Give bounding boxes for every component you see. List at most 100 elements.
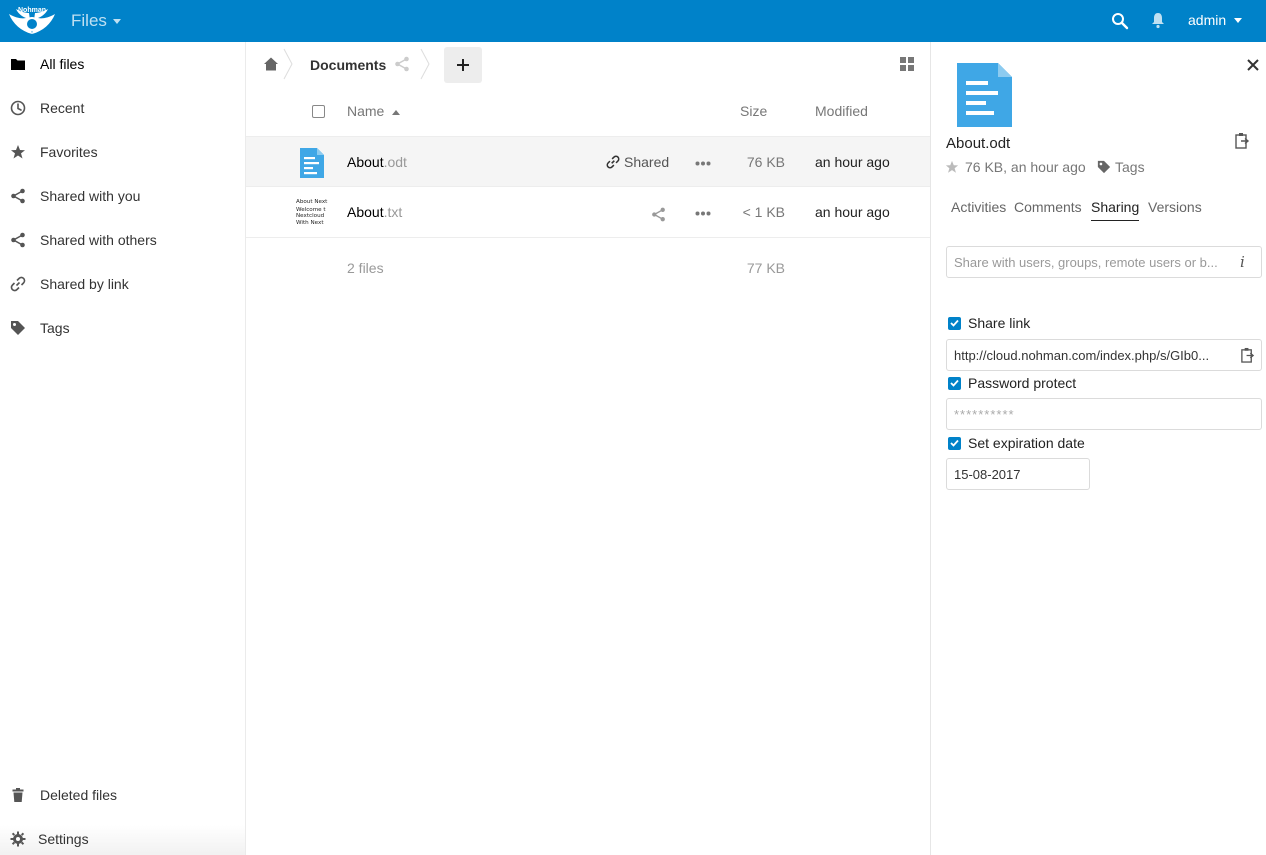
search-icon[interactable] <box>1111 12 1129 30</box>
user-menu[interactable]: admin <box>1188 12 1243 28</box>
tab-sharing[interactable]: Sharing <box>1091 199 1140 221</box>
file-name[interactable]: About.odt <box>347 154 407 170</box>
shared-status-button[interactable]: Shared <box>606 154 669 170</box>
clipboard-icon[interactable] <box>1234 132 1250 149</box>
user-name: admin <box>1188 12 1227 28</box>
sidebar-item-label: Deleted files <box>40 787 118 803</box>
password-protect-label: Password protect <box>968 375 1077 391</box>
link-icon <box>606 155 620 169</box>
file-extension: .odt <box>383 154 407 170</box>
document-file-icon <box>300 148 324 178</box>
file-size: < 1 KB <box>742 204 785 220</box>
breadcrumb-separator <box>420 48 430 80</box>
breadcrumb: Documents <box>246 42 930 86</box>
clipboard-icon[interactable] <box>1240 347 1255 363</box>
share-icon <box>11 232 25 248</box>
column-size[interactable]: Size <box>740 103 767 119</box>
chevron-down-icon <box>1234 17 1243 23</box>
sidebar-item-label: All files <box>40 56 85 72</box>
link-icon <box>10 276 26 292</box>
sidebar-item-shared-by-link[interactable]: Shared by link <box>0 262 245 306</box>
sidebar-item-recent[interactable]: Recent <box>0 86 245 130</box>
info-icon[interactable]: i <box>1240 253 1245 271</box>
sidebar-item-favorites[interactable]: Favorites <box>0 130 245 174</box>
expiration-date-checkbox[interactable]: Set expiration date <box>948 435 1085 451</box>
details-file-title: About.odt <box>946 135 1011 152</box>
more-actions-icon[interactable] <box>695 211 711 216</box>
grid-view-icon[interactable] <box>900 57 915 72</box>
thumb-line: About Next <box>296 199 328 205</box>
more-actions-icon[interactable] <box>695 161 711 166</box>
share-link-label: Share link <box>968 315 1031 331</box>
tags-label: Tags <box>1115 159 1145 175</box>
text-file-thumbnail: About Next Welcome t Nextcloud With Next <box>296 199 330 229</box>
folder-icon <box>11 59 25 70</box>
share-icon[interactable] <box>651 207 666 222</box>
sidebar-item-all-files[interactable]: All files <box>0 42 245 86</box>
breadcrumb-documents[interactable]: Documents <box>310 57 386 73</box>
close-icon[interactable] <box>1247 59 1259 71</box>
sidebar-item-label: Shared with you <box>40 188 141 204</box>
star-icon[interactable] <box>945 160 959 174</box>
select-all-checkbox[interactable] <box>312 105 325 118</box>
home-icon[interactable] <box>263 56 279 72</box>
file-base-name: About <box>347 154 384 170</box>
share-link-url-field[interactable]: http://cloud.nohman.com/index.php/s/GIb0… <box>946 339 1262 371</box>
gear-icon <box>10 831 26 847</box>
password-protect-checkbox[interactable]: Password protect <box>948 375 1076 391</box>
column-modified[interactable]: Modified <box>815 103 868 119</box>
details-tags-button[interactable]: Tags <box>1097 159 1145 175</box>
nohman-network-logo[interactable]: Nohman <box>7 4 57 38</box>
bell-icon[interactable] <box>1150 11 1166 29</box>
top-header: Nohman Files admin <box>0 0 1266 42</box>
file-base-name: About <box>347 204 384 220</box>
new-file-button[interactable] <box>444 47 482 83</box>
expiration-date-field[interactable]: 15-08-2017 <box>946 458 1090 490</box>
breadcrumb-separator <box>283 48 293 80</box>
password-field[interactable]: ********** <box>946 398 1262 430</box>
tab-activities[interactable]: Activities <box>951 199 1006 215</box>
sidebar-item-label: Settings <box>38 831 89 847</box>
share-link-url: http://cloud.nohman.com/index.php/s/GIb0… <box>954 347 1210 363</box>
details-sidebar: About.odt 76 KB, an hour ago Tags Activi… <box>930 42 1266 855</box>
sidebar-item-shared-with-you[interactable]: Shared with you <box>0 174 245 218</box>
app-title: Files <box>71 11 107 30</box>
trash-icon <box>12 788 24 802</box>
expiration-date-value: 15-08-2017 <box>954 466 1021 482</box>
tab-comments[interactable]: Comments <box>1014 199 1082 215</box>
share-link-checkbox[interactable]: Share link <box>948 315 1030 331</box>
chevron-down-icon <box>112 18 121 24</box>
tag-icon <box>11 321 25 335</box>
sort-ascending-icon <box>392 109 401 115</box>
column-name-label: Name <box>347 103 385 119</box>
settings-toggle[interactable]: Settings <box>0 817 245 855</box>
checkbox-checked-icon <box>948 376 961 390</box>
sidebar-item-shared-with-others[interactable]: Shared with others <box>0 218 245 262</box>
details-meta: 76 KB, an hour ago <box>945 159 1086 175</box>
column-name[interactable]: Name <box>347 103 401 119</box>
tag-icon <box>1097 160 1111 174</box>
sidebar-item-label: Recent <box>40 100 85 116</box>
details-size-date: 76 KB, an hour ago <box>965 159 1086 175</box>
summary-total-size: 77 KB <box>746 260 785 276</box>
file-name[interactable]: About.txt <box>347 204 402 220</box>
sidebar-item-tags[interactable]: Tags <box>0 306 245 350</box>
table-row[interactable]: About.odt Shared 76 KB an hour ago <box>246 136 930 187</box>
app-navigation: All files Recent Favorites Shared with y… <box>0 42 246 855</box>
document-file-icon <box>957 63 1012 127</box>
password-value: ********** <box>954 406 1015 422</box>
table-header: Name Size Modified <box>246 90 930 132</box>
app-menu-toggle[interactable]: Files <box>71 11 121 31</box>
sidebar-item-deleted-files[interactable]: Deleted files <box>0 773 245 817</box>
summary-file-count: 2 files <box>347 260 384 276</box>
thumb-line: With Next <box>296 219 324 226</box>
checkbox-checked-icon <box>948 436 961 450</box>
share-icon <box>11 188 25 204</box>
clock-icon <box>10 100 26 116</box>
file-extension: .txt <box>383 204 403 220</box>
share-icon[interactable] <box>394 56 410 72</box>
tab-versions[interactable]: Versions <box>1148 199 1202 215</box>
table-row[interactable]: About Next Welcome t Nextcloud With Next… <box>246 187 930 238</box>
share-with-input[interactable] <box>946 246 1262 278</box>
plus-icon <box>457 59 469 71</box>
